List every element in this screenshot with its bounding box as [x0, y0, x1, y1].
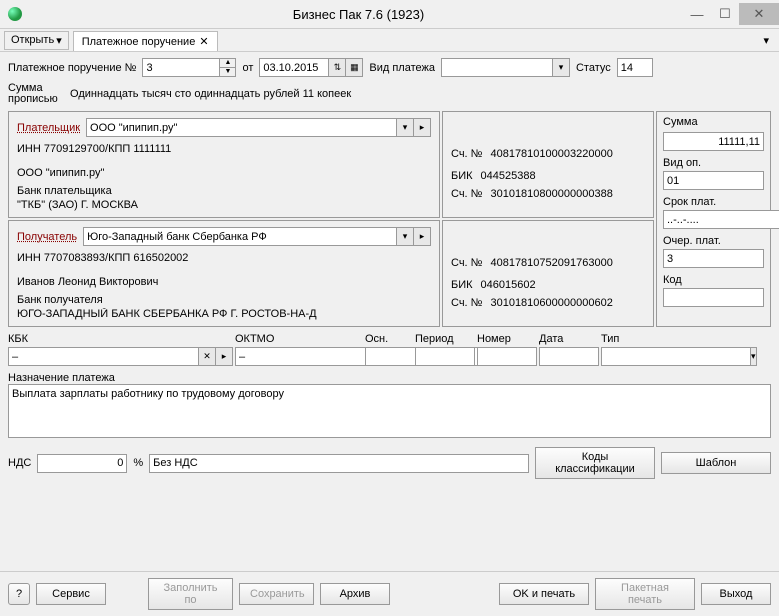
- sum-words-label: Сумма прописью: [8, 83, 64, 105]
- payee-bik-label: БИК: [451, 279, 473, 291]
- payee-korr-label: Сч. №: [451, 297, 482, 309]
- payee-sch-label: Сч. №: [451, 257, 482, 269]
- chevron-down-icon: ▾: [56, 34, 62, 47]
- ocher-input[interactable]: [663, 249, 764, 268]
- date-stepper-icon[interactable]: ⇅: [329, 58, 346, 77]
- payer-sch-value: 40817810100003220000: [490, 148, 612, 160]
- data-input[interactable]: [539, 347, 599, 366]
- tab-payment-order[interactable]: Платежное поручение ✕: [73, 31, 218, 51]
- payer-name: ООО "ипипип.ру": [17, 167, 431, 179]
- status-label: Статус: [576, 62, 611, 74]
- period-label: Период: [415, 333, 475, 345]
- payee-bik-value: 046015602: [481, 279, 536, 291]
- percent-sign: %: [133, 457, 143, 469]
- ok-print-button[interactable]: OK и печать: [499, 583, 589, 605]
- payer-bank-label: Банк плательщика: [17, 185, 431, 197]
- tip-dropdown-icon[interactable]: ▾: [751, 347, 757, 366]
- payee-label: Получатель: [17, 231, 77, 243]
- payee-inn-kpp: ИНН 7707083893/КПП 616502002: [17, 252, 431, 264]
- date-input[interactable]: [259, 58, 329, 77]
- batch-print-button[interactable]: Пакетная печать: [595, 578, 695, 610]
- status-input[interactable]: [617, 58, 653, 77]
- app-icon: [8, 7, 22, 21]
- nomer-label: Номер: [477, 333, 537, 345]
- exit-button[interactable]: Выход: [701, 583, 771, 605]
- data-label: Дата: [539, 333, 599, 345]
- summa-label: Сумма: [663, 116, 764, 128]
- ocher-label: Очер. плат.: [663, 235, 764, 247]
- from-label: от: [242, 62, 253, 74]
- vid-op-input[interactable]: [663, 171, 764, 190]
- srok-input[interactable]: [663, 210, 779, 229]
- kod-input[interactable]: [663, 288, 764, 307]
- classification-codes-button[interactable]: Коды классификации: [535, 447, 655, 479]
- sum-words-value: Одиннадцать тысяч сто одиннадцать рублей…: [70, 88, 351, 100]
- doc-number-input[interactable]: [142, 58, 220, 77]
- kbk-clear-icon[interactable]: ✕: [199, 347, 216, 366]
- kbk-label: КБК: [8, 333, 233, 345]
- nds-text-input[interactable]: [149, 454, 529, 473]
- maximize-button[interactable]: ☐: [711, 3, 739, 25]
- nds-percent-input[interactable]: [37, 454, 127, 473]
- payer-bik-value: 044525388: [481, 170, 536, 182]
- vid-op-label: Вид оп.: [663, 157, 764, 169]
- kod-label: Код: [663, 274, 764, 286]
- payer-dropdown-icon[interactable]: ▾: [397, 118, 414, 137]
- oktmo-label: ОКТМО: [235, 333, 363, 345]
- payer-bank-name: "ТКБ" (ЗАО) Г. МОСКВА: [17, 199, 431, 211]
- save-button[interactable]: Сохранить: [239, 583, 314, 605]
- tip-label: Тип: [601, 333, 649, 345]
- payer-korr-value: 30101810800000000388: [490, 188, 612, 200]
- window-close-button[interactable]: ✕: [739, 3, 779, 25]
- payer-korr-label: Сч. №: [451, 188, 482, 200]
- summa-input[interactable]: [663, 132, 764, 151]
- calendar-icon[interactable]: ▦: [346, 58, 363, 77]
- payee-dropdown-icon[interactable]: ▾: [397, 227, 414, 246]
- payer-sch-label: Сч. №: [451, 148, 482, 160]
- payer-label: Плательщик: [17, 122, 80, 134]
- nomer-input[interactable]: [477, 347, 537, 366]
- doc-number-label: Платежное поручение №: [8, 62, 136, 74]
- payee-bank-name: ЮГО-ЗАПАДНЫЙ БАНК СБЕРБАНКА РФ Г. РОСТОВ…: [17, 308, 431, 320]
- purpose-label: Назначение платежа: [8, 372, 771, 384]
- nds-label: НДС: [8, 457, 31, 469]
- payer-inn-kpp: ИНН 7709129700/КПП 1111111: [17, 143, 431, 155]
- fill-by-button[interactable]: Заполнить по: [148, 578, 233, 610]
- payee-company-input[interactable]: [83, 227, 397, 246]
- kbk-lookup-icon[interactable]: ▸: [216, 347, 233, 366]
- payer-bik-label: БИК: [451, 170, 473, 182]
- minimize-button[interactable]: —: [683, 3, 711, 25]
- open-button[interactable]: Открыть▾: [4, 31, 69, 50]
- purpose-textarea[interactable]: [8, 384, 771, 438]
- payee-bank-label: Банк получателя: [17, 294, 431, 306]
- payer-lookup-icon[interactable]: ▸: [414, 118, 431, 137]
- window-title: Бизнес Пак 7.6 (1923): [34, 7, 683, 22]
- tip-input[interactable]: [601, 347, 751, 366]
- help-button[interactable]: ?: [8, 583, 30, 605]
- payment-type-dropdown-icon[interactable]: ▾: [553, 58, 570, 77]
- payment-type-label: Вид платежа: [369, 62, 435, 74]
- payee-sch-value: 40817810752091763000: [490, 257, 612, 269]
- template-button[interactable]: Шаблон: [661, 452, 771, 474]
- payee-lookup-icon[interactable]: ▸: [414, 227, 431, 246]
- tabbar-dropdown-icon[interactable]: ▾: [757, 34, 775, 47]
- period-input[interactable]: [415, 347, 475, 366]
- osn-label: Осн.: [365, 333, 413, 345]
- tab-close-icon[interactable]: ✕: [199, 35, 208, 48]
- payee-name: Иванов Леонид Викторович: [17, 276, 431, 288]
- oktmo-input[interactable]: [235, 347, 385, 366]
- srok-label: Срок плат.: [663, 196, 764, 208]
- doc-number-spinner[interactable]: ▲▼: [220, 58, 236, 77]
- payer-company-input[interactable]: [86, 118, 397, 137]
- service-button[interactable]: Сервис: [36, 583, 106, 605]
- archive-button[interactable]: Архив: [320, 583, 390, 605]
- payment-type-input[interactable]: [441, 58, 553, 77]
- payee-korr-value: 30101810600000000602: [490, 297, 612, 309]
- tab-label: Платежное поручение: [82, 36, 196, 48]
- kbk-input[interactable]: [8, 347, 199, 366]
